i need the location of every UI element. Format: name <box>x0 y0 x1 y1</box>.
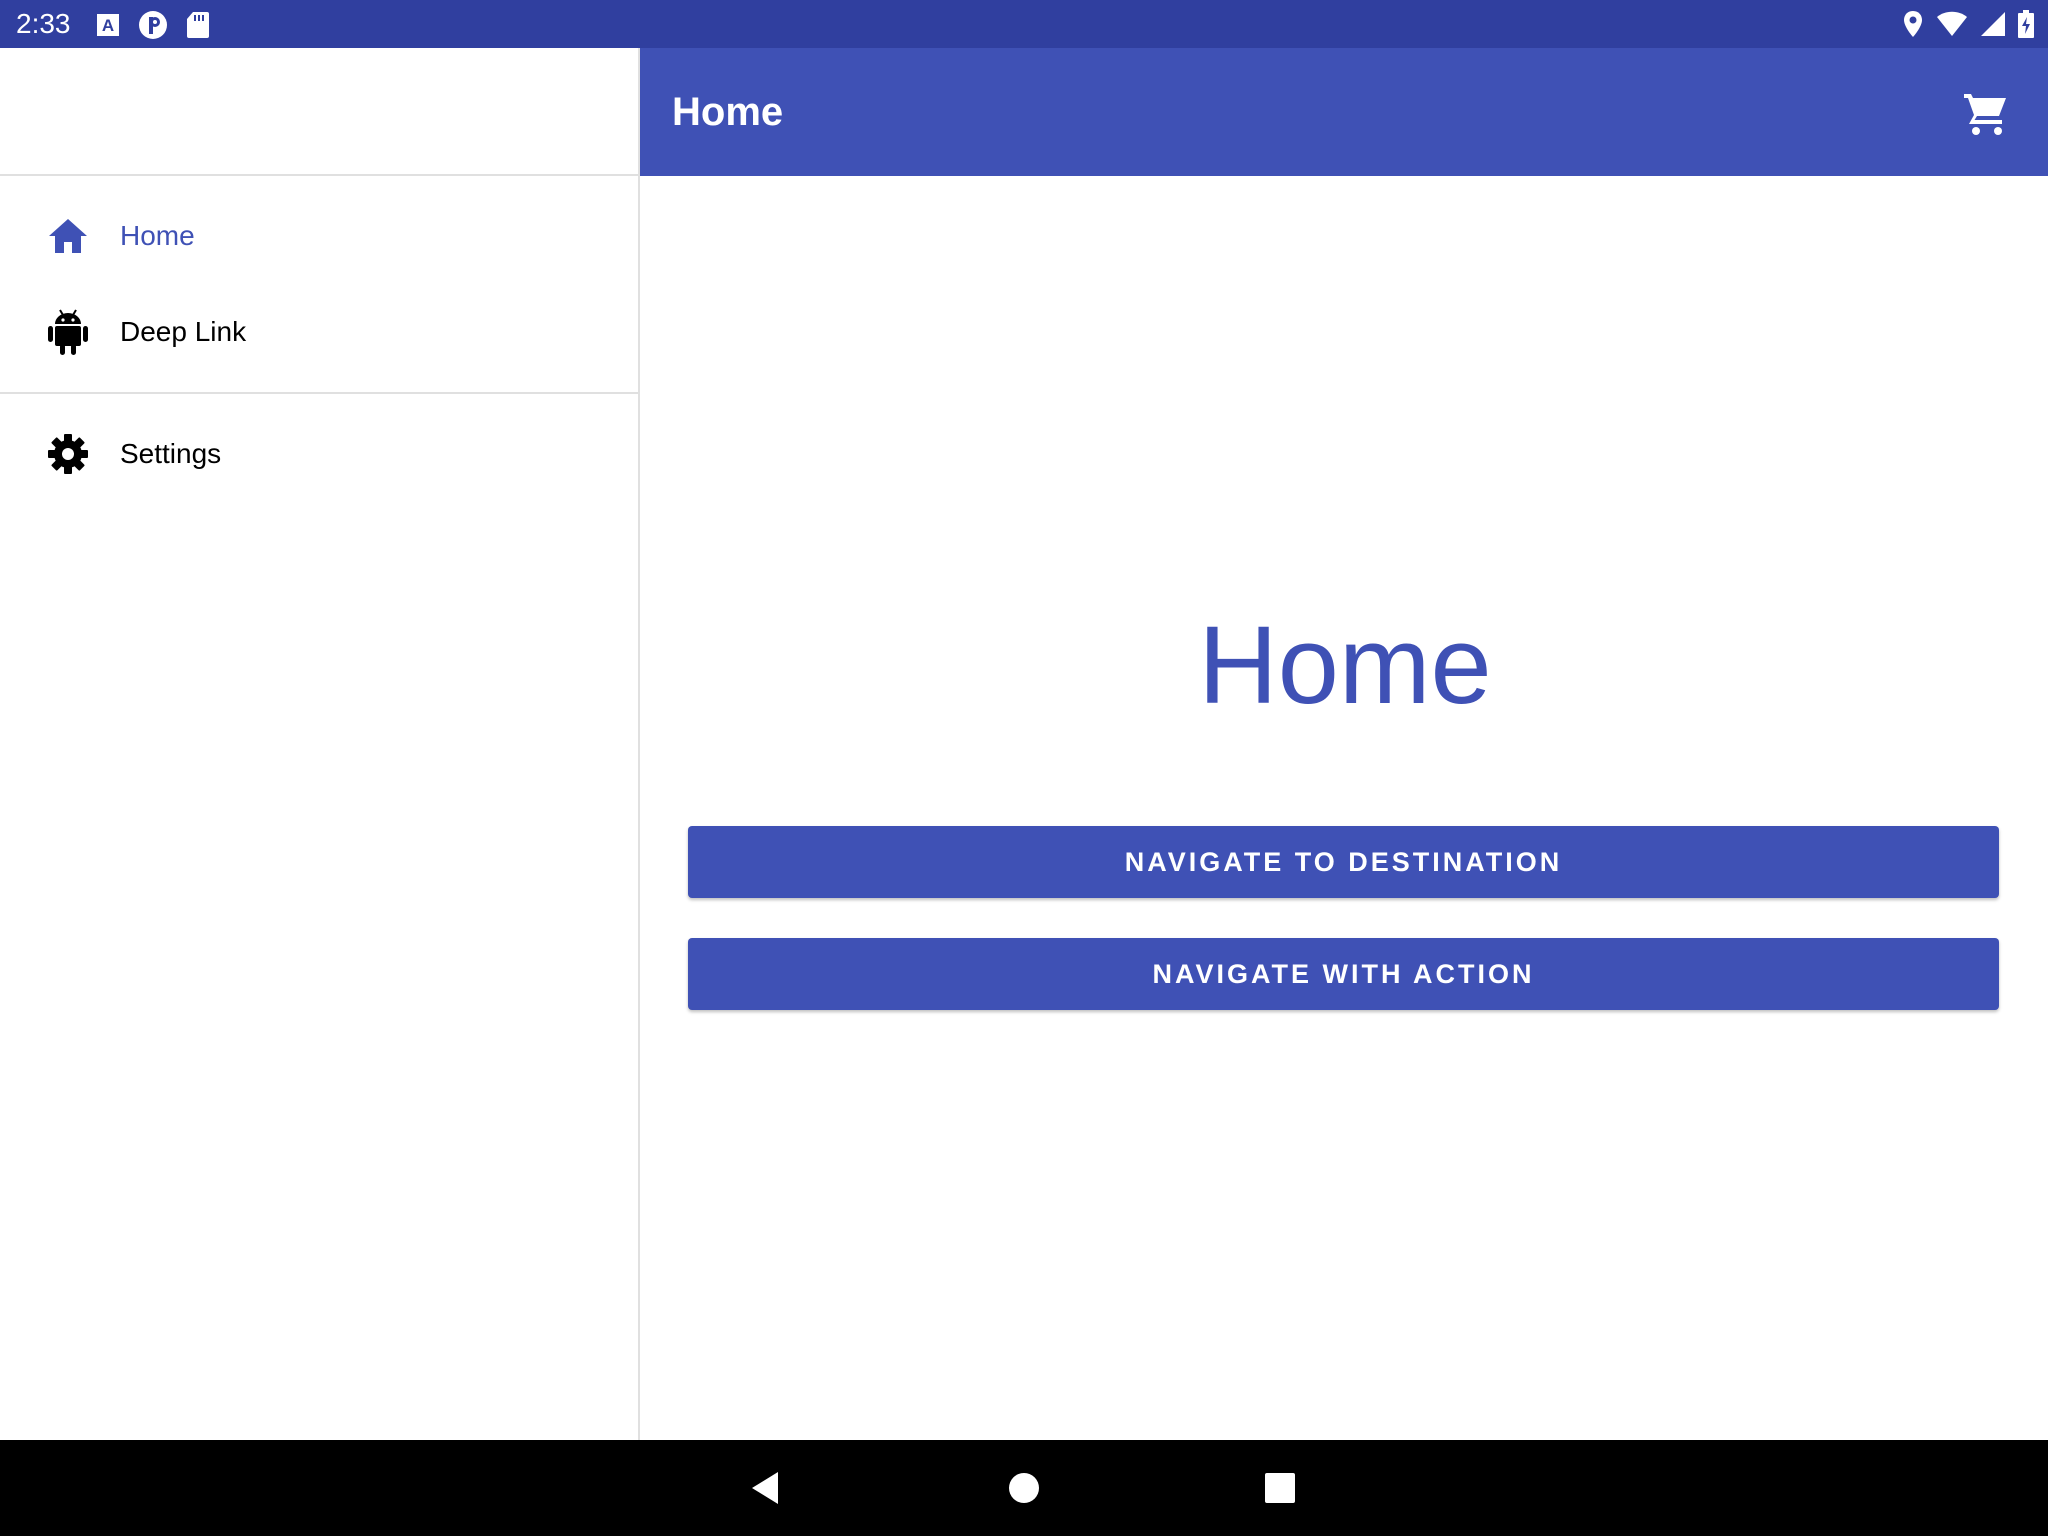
home-heading: Home <box>1198 604 1492 727</box>
drawer-item-label: Deep Link <box>120 316 247 347</box>
home-icon <box>46 214 90 258</box>
drawer-group-main: Home Deep Link <box>0 176 638 392</box>
home-circle-icon[interactable] <box>1004 1468 1044 1508</box>
recents-icon[interactable] <box>1260 1468 1300 1508</box>
drawer-item-label: Home <box>120 220 195 251</box>
page-title: Home <box>672 90 784 134</box>
back-icon[interactable] <box>748 1468 788 1508</box>
drawer-item-home[interactable]: Home <box>0 188 638 284</box>
status-bar: 2:33 A <box>0 0 2048 48</box>
app-bar: Home <box>640 48 2048 176</box>
gear-icon <box>46 432 90 476</box>
a-notification-icon: A <box>96 13 120 37</box>
svg-text:A: A <box>102 16 114 35</box>
drawer-item-deep-link[interactable]: Deep Link <box>0 284 638 380</box>
signal-icon <box>1980 11 2006 37</box>
drawer-header <box>0 48 638 176</box>
drawer-group-secondary: Settings <box>0 392 638 514</box>
pinterest-icon <box>138 10 168 40</box>
location-icon <box>1902 10 1924 38</box>
status-notification-icons: A <box>96 10 210 40</box>
sd-card-icon <box>186 11 210 39</box>
navigate-to-destination-button[interactable]: NAVIGATE TO DESTINATION <box>688 826 1999 898</box>
navigation-drawer: Home Deep Link Settings <box>0 48 640 1440</box>
system-navigation-bar <box>0 1440 2048 1536</box>
drawer-item-label: Settings <box>120 438 222 469</box>
wifi-icon <box>1936 11 1968 37</box>
android-icon <box>46 309 90 355</box>
status-time: 2:33 <box>16 8 71 39</box>
navigate-with-action-button[interactable]: NAVIGATE WITH ACTION <box>688 938 1999 1010</box>
status-system-icons <box>1902 10 2034 38</box>
drawer-item-settings[interactable]: Settings <box>0 406 638 502</box>
battery-charging-icon <box>2018 10 2034 38</box>
main-content: Home NAVIGATE TO DESTINATION NAVIGATE WI… <box>642 176 2048 1440</box>
cart-icon[interactable] <box>1962 90 2010 138</box>
